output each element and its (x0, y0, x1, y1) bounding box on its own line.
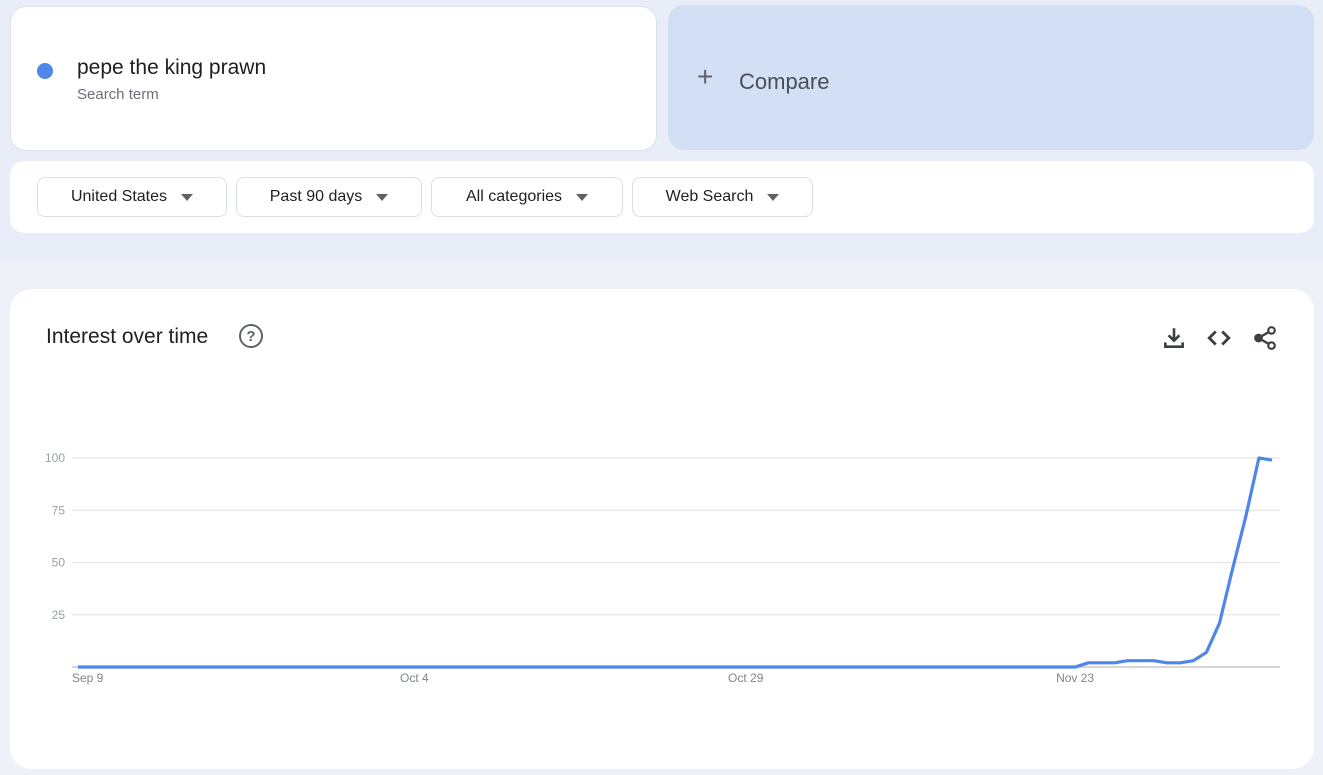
caret-down-icon (767, 193, 780, 201)
y-tick-label: 75 (52, 503, 66, 517)
compare-label: Compare (739, 69, 830, 94)
filter-category[interactable]: All categories (431, 177, 623, 217)
plus-icon: + (697, 61, 714, 92)
filters-bar: United States Past 90 days All categorie… (10, 161, 1314, 233)
x-tick-label: Nov 23 (1056, 671, 1094, 685)
filter-time-range[interactable]: Past 90 days (236, 177, 422, 217)
caret-down-icon (181, 193, 194, 201)
filter-search-type-label: Web Search (665, 188, 754, 205)
line-chart: 25 50 75 100 Sep 9 Oct 4 Oct 29 Nov 23 (45, 451, 1280, 685)
caret-down-icon (576, 193, 589, 201)
search-term-card[interactable]: pepe the king prawn Search term (10, 6, 657, 151)
search-term-subtitle: Search term (77, 86, 159, 103)
y-tick-label: 50 (52, 556, 66, 570)
search-term-name[interactable]: pepe the king prawn (77, 56, 266, 80)
series-color-dot (37, 63, 53, 79)
x-tick-label: Oct 29 (728, 671, 764, 685)
filter-search-type[interactable]: Web Search (632, 177, 813, 217)
interest-over-time-panel: Interest over time ? 25 50 75 100 Sep 9 Oct … (10, 289, 1314, 769)
x-tick-label: Sep 9 (72, 671, 104, 685)
caret-down-icon (376, 193, 389, 201)
filter-region[interactable]: United States (37, 177, 227, 217)
compare-button[interactable]: + Compare (668, 5, 1314, 150)
y-tick-label: 25 (52, 608, 66, 622)
filter-time-range-label: Past 90 days (269, 188, 363, 205)
x-tick-label: Oct 4 (400, 671, 429, 685)
filter-region-label: United States (70, 188, 168, 205)
filter-category-label: All categories (465, 188, 563, 205)
y-tick-label: 100 (45, 451, 65, 465)
